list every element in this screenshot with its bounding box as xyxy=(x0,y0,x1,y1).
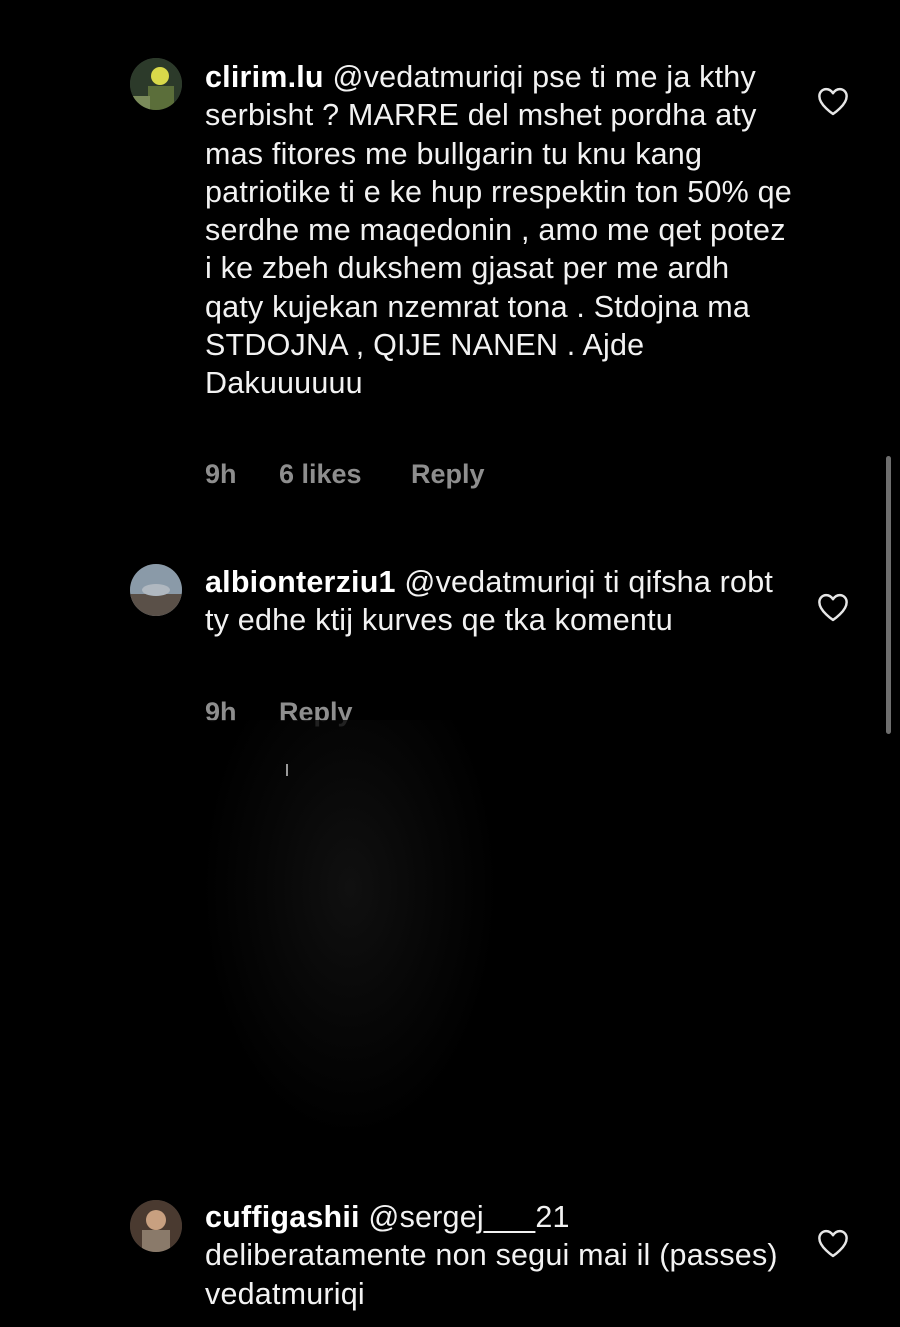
comment-username[interactable]: cuffigashii xyxy=(205,1200,360,1234)
avatar[interactable] xyxy=(130,564,182,616)
blurred-region xyxy=(200,720,500,1140)
comment-likes[interactable]: 6 likes xyxy=(279,459,411,490)
comment-meta: 9h 6 likes Reply xyxy=(205,459,485,490)
comment-time: 9h xyxy=(205,459,237,489)
comment-text: cuffigashii @sergej___21 deliberatamente… xyxy=(205,1198,795,1313)
comment-text: albionterziu1 @vedatmuriqi ti qifsha rob… xyxy=(205,563,795,640)
reply-button[interactable]: Reply xyxy=(411,459,485,490)
comment-text: clirim.lu @vedatmuriqi pse ti me ja kthy… xyxy=(205,58,795,403)
loading-indicator xyxy=(286,764,288,776)
heart-outline-icon[interactable] xyxy=(816,592,850,622)
comment-body: @vedatmuriqi pse ti me ja kthy serbisht … xyxy=(205,60,801,401)
scrollbar[interactable] xyxy=(886,456,891,734)
avatar[interactable] xyxy=(130,58,182,110)
heart-outline-icon[interactable] xyxy=(816,86,850,116)
avatar[interactable] xyxy=(130,1200,182,1252)
comment-username[interactable]: albionterziu1 xyxy=(205,565,396,599)
heart-outline-icon[interactable] xyxy=(816,1228,850,1258)
comment-username[interactable]: clirim.lu xyxy=(205,60,324,94)
